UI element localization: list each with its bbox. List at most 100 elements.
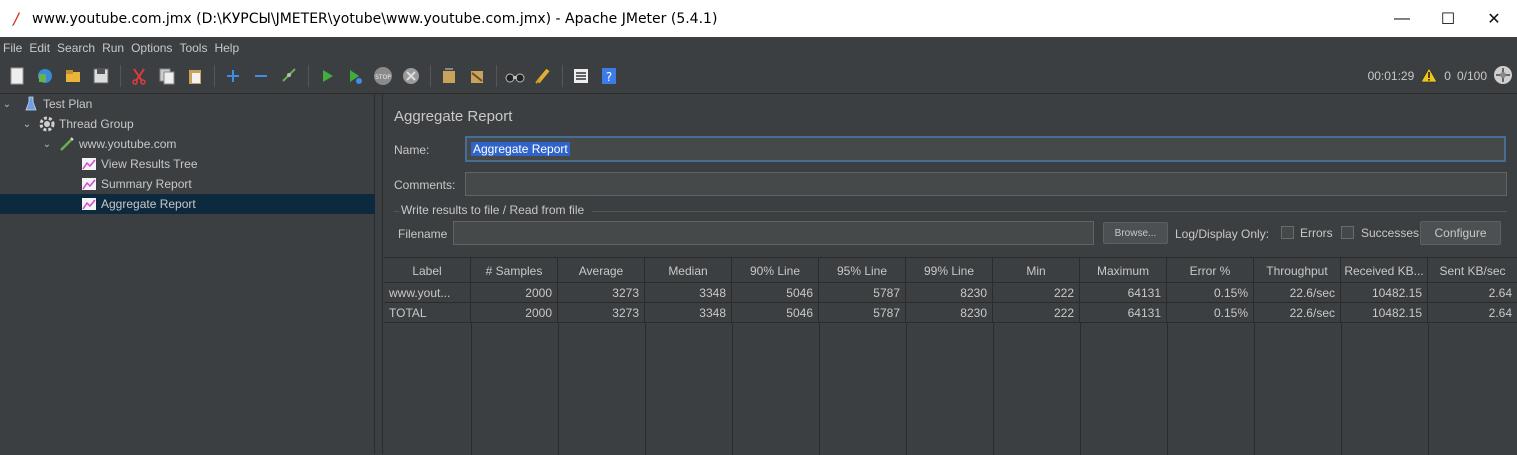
- chevron-down-icon[interactable]: ⌄: [20, 119, 34, 130]
- warning-icon[interactable]: [1420, 66, 1438, 86]
- tree-item-view-results-tree[interactable]: View Results Tree: [0, 154, 375, 174]
- new-icon[interactable]: [6, 65, 28, 87]
- menu-bar: File Edit Search Run Options Tools Help: [0, 37, 1517, 58]
- column-header[interactable]: # Samples: [471, 258, 558, 283]
- comments-input[interactable]: [465, 172, 1507, 196]
- menu-edit[interactable]: Edit: [29, 41, 54, 55]
- table-cell: 5046: [732, 303, 819, 323]
- search-icon[interactable]: [504, 65, 526, 87]
- toolbar-separator: [120, 64, 121, 87]
- name-input[interactable]: Aggregate Report: [465, 136, 1506, 162]
- table-cell: 222: [993, 283, 1080, 303]
- group-border: [394, 211, 399, 212]
- column-header[interactable]: Average: [558, 258, 645, 283]
- start-no-pauses-icon[interactable]: [344, 65, 366, 87]
- svg-text:?: ?: [606, 70, 612, 84]
- column-divider: [906, 323, 907, 455]
- menu-file[interactable]: File: [3, 41, 26, 55]
- toolbar-separator: [308, 64, 309, 87]
- menu-search[interactable]: Search: [57, 41, 99, 55]
- panel-title: Aggregate Report: [394, 108, 513, 125]
- close-button[interactable]: ✕: [1471, 0, 1517, 37]
- tree-item-aggregate-report[interactable]: Aggregate Report: [0, 194, 375, 214]
- column-divider: [1254, 323, 1255, 455]
- clear-all-icon[interactable]: [466, 65, 488, 87]
- window-title-bar: www.youtube.com.jmx (D:\КУРСЫ\JMETER\yot…: [0, 0, 1517, 37]
- tree-item-thread-group[interactable]: ⌄ Thread Group: [0, 114, 375, 134]
- tree-item-summary-report[interactable]: Summary Report: [0, 174, 375, 194]
- table-row[interactable]: www.yout... 2000 3273 3348 5046 5787 823…: [384, 283, 1517, 303]
- chevron-down-icon[interactable]: ⌄: [0, 99, 14, 110]
- clear-icon[interactable]: [438, 65, 460, 87]
- tree-item-label: View Results Tree: [101, 157, 198, 171]
- successes-checkbox[interactable]: [1341, 226, 1354, 239]
- chart-icon: [80, 156, 98, 172]
- tree-item-label: Summary Report: [101, 177, 192, 191]
- table-cell: 22.6/sec: [1254, 303, 1341, 323]
- table-cell: TOTAL: [384, 303, 471, 323]
- chevron-down-icon[interactable]: ⌄: [40, 139, 54, 150]
- browse-button[interactable]: Browse...: [1103, 222, 1168, 244]
- tree-item-test-plan[interactable]: ⌄ Test Plan: [0, 94, 375, 114]
- gear-icon: [38, 116, 56, 132]
- stop-icon[interactable]: STOP: [372, 65, 394, 87]
- remote-status-icon: [1493, 65, 1513, 88]
- table-cell: 5787: [819, 303, 906, 323]
- table-cell: www.yout...: [384, 283, 471, 303]
- tree-item-www-youtube-com[interactable]: ⌄ www.youtube.com: [0, 134, 375, 154]
- column-header[interactable]: Sent KB/sec: [1428, 258, 1517, 283]
- column-divider: [558, 323, 559, 455]
- menu-tools[interactable]: Tools: [179, 41, 211, 55]
- table-cell: 8230: [906, 303, 993, 323]
- column-header[interactable]: Label: [384, 258, 471, 283]
- menu-help[interactable]: Help: [214, 41, 243, 55]
- tree-item-label: Test Plan: [43, 97, 93, 111]
- shutdown-icon[interactable]: [400, 65, 422, 87]
- table-cell: 3348: [645, 303, 732, 323]
- cut-icon[interactable]: [128, 65, 150, 87]
- function-helper-icon[interactable]: [570, 65, 592, 87]
- warning-count: 0: [1444, 69, 1451, 83]
- column-header[interactable]: 90% Line: [732, 258, 819, 283]
- table-row[interactable]: TOTAL 2000 3273 3348 5046 5787 8230 222 …: [384, 303, 1517, 323]
- menu-options[interactable]: Options: [131, 41, 176, 55]
- column-header[interactable]: 95% Line: [819, 258, 906, 283]
- reset-search-icon[interactable]: [532, 65, 554, 87]
- chart-icon: [80, 196, 98, 212]
- column-header[interactable]: Maximum: [1080, 258, 1167, 283]
- column-header[interactable]: Median: [645, 258, 732, 283]
- open-icon[interactable]: [62, 65, 84, 87]
- table-cell: 22.6/sec: [1254, 283, 1341, 303]
- table-cell: 0.15%: [1167, 283, 1254, 303]
- toolbar-separator: [496, 64, 497, 87]
- column-header[interactable]: Error %: [1167, 258, 1254, 283]
- save-icon[interactable]: [90, 65, 112, 87]
- test-plan-tree: ⌄ Test Plan ⌄ Thread Group ⌄ www.youtube…: [0, 94, 375, 454]
- errors-checkbox[interactable]: [1281, 226, 1294, 239]
- aggregate-report-panel: Aggregate Report Name: Aggregate Report …: [384, 94, 1517, 455]
- errors-label: Errors: [1300, 226, 1333, 240]
- column-header[interactable]: Throughput: [1254, 258, 1341, 283]
- toggle-icon[interactable]: [278, 65, 300, 87]
- flask-icon: [22, 96, 40, 112]
- column-divider: [1428, 323, 1429, 455]
- expand-all-icon[interactable]: [222, 65, 244, 87]
- menu-run[interactable]: Run: [102, 41, 128, 55]
- help-icon[interactable]: ?: [598, 65, 620, 87]
- column-divider: [1080, 323, 1081, 455]
- copy-icon[interactable]: [156, 65, 178, 87]
- maximize-button[interactable]: ☐: [1425, 0, 1471, 37]
- feather-icon: [0, 11, 32, 27]
- paste-icon[interactable]: [184, 65, 206, 87]
- templates-icon[interactable]: [34, 65, 56, 87]
- configure-button[interactable]: Configure: [1420, 221, 1501, 245]
- table-cell: 2000: [471, 283, 558, 303]
- filename-input[interactable]: [453, 221, 1094, 245]
- minimize-button[interactable]: —: [1379, 0, 1425, 37]
- column-header[interactable]: Received KB...: [1341, 258, 1428, 283]
- collapse-all-icon[interactable]: [250, 65, 272, 87]
- column-header[interactable]: 99% Line: [906, 258, 993, 283]
- start-icon[interactable]: [316, 65, 338, 87]
- split-pane-divider[interactable]: [375, 94, 383, 454]
- column-header[interactable]: Min: [993, 258, 1080, 283]
